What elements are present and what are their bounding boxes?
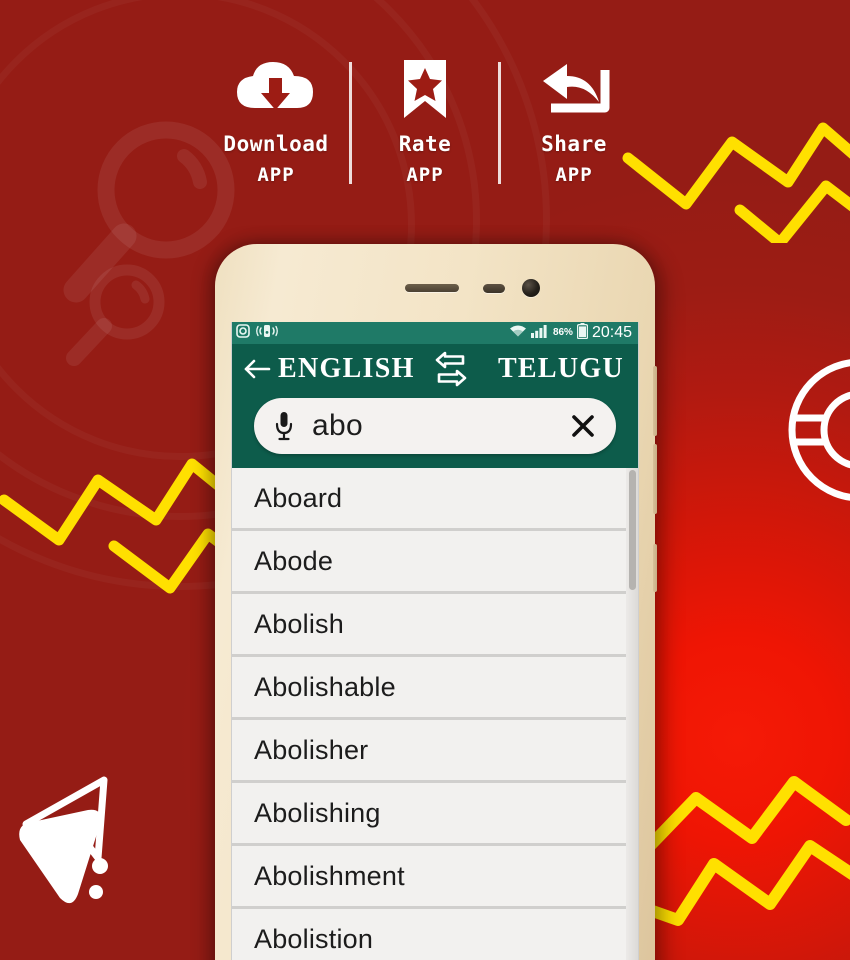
list-item-label: Abolish (254, 608, 344, 639)
app-bar: English TELUGU (232, 344, 638, 394)
wifi-icon (509, 324, 527, 343)
battery-percent-label: 86% (552, 327, 573, 338)
target-language-label[interactable]: TELUGU (476, 353, 630, 385)
phone-top-bezel (215, 244, 655, 322)
proximity-sensor (483, 284, 505, 293)
battery-icon (576, 322, 589, 344)
promo-banner: Download APP Rate APP Share APP 86% 20:4… (0, 0, 850, 960)
search-results-list[interactable]: Aboard Abode Abolish Abolishable Abolisher Ab… (232, 468, 638, 960)
list-item-label: Abode (254, 545, 334, 576)
list-item[interactable]: Aboard (232, 468, 626, 531)
close-icon[interactable] (566, 411, 600, 441)
promo-toolbar: Download APP Rate APP Share APP (0, 58, 850, 186)
download-app-button[interactable]: Download APP (213, 58, 339, 186)
search-section: abo (232, 394, 638, 468)
volume-down-button[interactable] (653, 444, 657, 514)
phone-screen: 86% 20:45 ENGLISH TELUGU abo Aboard Abod… (231, 322, 639, 960)
list-item[interactable]: Abolishable (232, 657, 626, 720)
magnifier-small-icon (60, 258, 170, 381)
list-item-label: Abolishable (254, 671, 396, 702)
target-circle-icon (784, 330, 850, 535)
download-app-label-line2: APP (257, 164, 295, 186)
list-item-label: Abolisher (254, 734, 369, 765)
list-item[interactable]: Abolishing (232, 783, 626, 846)
rate-app-label-line2: APP (406, 164, 444, 186)
list-item[interactable]: Abode (232, 531, 626, 594)
earpiece-speaker (405, 284, 459, 292)
screenshot-icon (236, 323, 250, 343)
download-cloud-icon (233, 58, 319, 120)
rate-app-button[interactable]: Rate APP (362, 58, 488, 186)
rate-app-label-line1: Rate (398, 132, 452, 156)
search-bar[interactable]: abo (254, 398, 616, 454)
list-item-label: Abolishing (254, 797, 381, 828)
swap-languages-icon[interactable] (426, 349, 476, 389)
power-button[interactable] (653, 544, 657, 592)
list-item-label: Abolistion (254, 923, 374, 954)
signal-icon (530, 324, 549, 343)
scrollbar-track[interactable] (626, 468, 638, 960)
microphone-icon[interactable] (270, 410, 298, 442)
source-language-label[interactable]: English (274, 353, 426, 385)
zigzag-bottom-right (628, 752, 850, 957)
zigzag-left (0, 448, 230, 618)
status-bar: 86% 20:45 (232, 322, 638, 344)
toolbar-divider (349, 62, 352, 184)
share-app-label-line1: Share (541, 132, 607, 156)
volume-up-button[interactable] (653, 366, 657, 436)
list-item-label: Abolishment (254, 860, 405, 891)
scrollbar-thumb[interactable] (629, 470, 636, 590)
back-arrow-icon[interactable] (240, 358, 274, 380)
share-app-label-line2: APP (555, 164, 593, 186)
magnifier-large-icon (58, 118, 236, 313)
list-item[interactable]: Abolistion (232, 909, 626, 960)
share-reply-icon (537, 58, 611, 120)
toolbar-divider (498, 62, 501, 184)
cursor-arrow-icon (8, 762, 148, 927)
status-bar-clock: 20:45 (591, 324, 632, 341)
list-item[interactable]: Abolish (232, 594, 626, 657)
list-item[interactable]: Abolisher (232, 720, 626, 783)
vibrate-icon (256, 324, 278, 343)
list-item[interactable]: Abolishment (232, 846, 626, 909)
zigzag-top-right (620, 108, 850, 249)
download-app-label-line1: Download (223, 132, 329, 156)
share-app-button[interactable]: Share APP (511, 58, 637, 186)
search-input[interactable]: abo (298, 409, 566, 443)
phone-mockup: 86% 20:45 ENGLISH TELUGU abo Aboard Abod… (215, 244, 657, 960)
front-camera (522, 279, 540, 297)
list-item-label: Aboard (254, 482, 343, 513)
bookmark-star-icon (394, 58, 456, 120)
